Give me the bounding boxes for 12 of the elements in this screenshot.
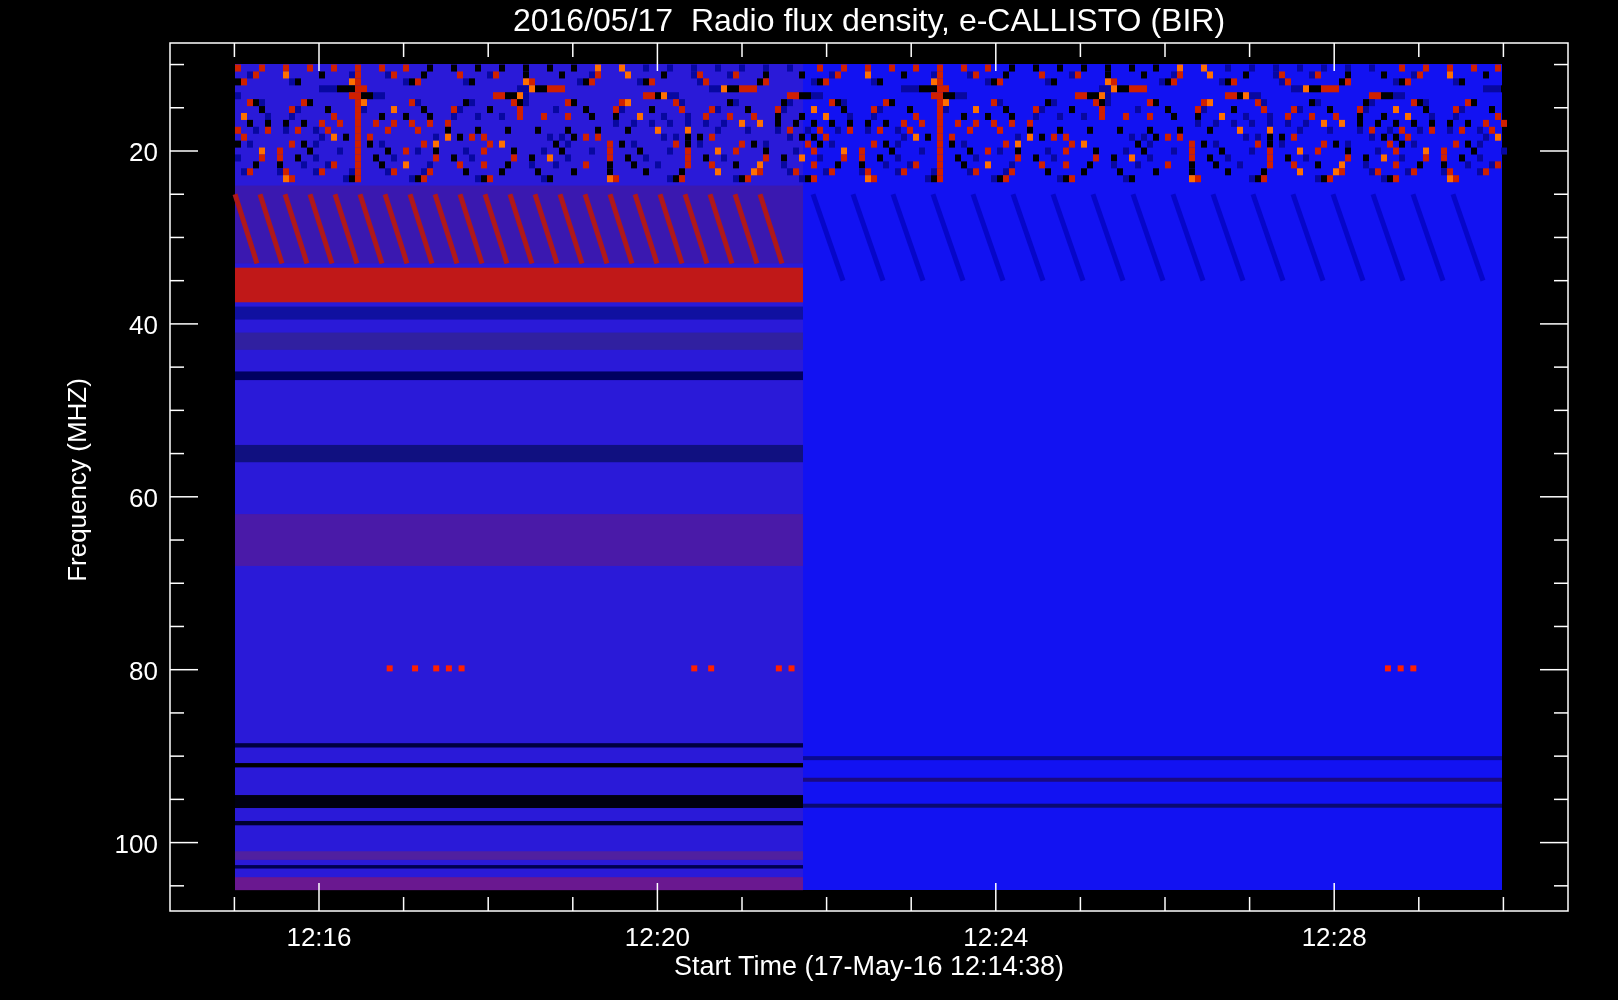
axis-label: Frequency (MHZ) <box>62 378 92 582</box>
tick-label: 12:16 <box>286 922 352 952</box>
tick-label: 100 <box>114 828 158 859</box>
tick-label: 12:20 <box>624 922 690 952</box>
tick-label: 40 <box>129 309 158 340</box>
tick-label: 12:28 <box>1301 922 1367 952</box>
tick-label: 20 <box>129 137 158 167</box>
tick-label: 12:24 <box>963 922 1029 952</box>
chart-title: 2016/05/17 Radio flux density, e-CALLISTO (BIR) <box>512 2 1226 38</box>
tick-label: 80 <box>129 655 158 686</box>
tick-label: 60 <box>129 482 158 513</box>
axis-label: Start Time (17-May-16 12:14:38) <box>673 951 1065 981</box>
